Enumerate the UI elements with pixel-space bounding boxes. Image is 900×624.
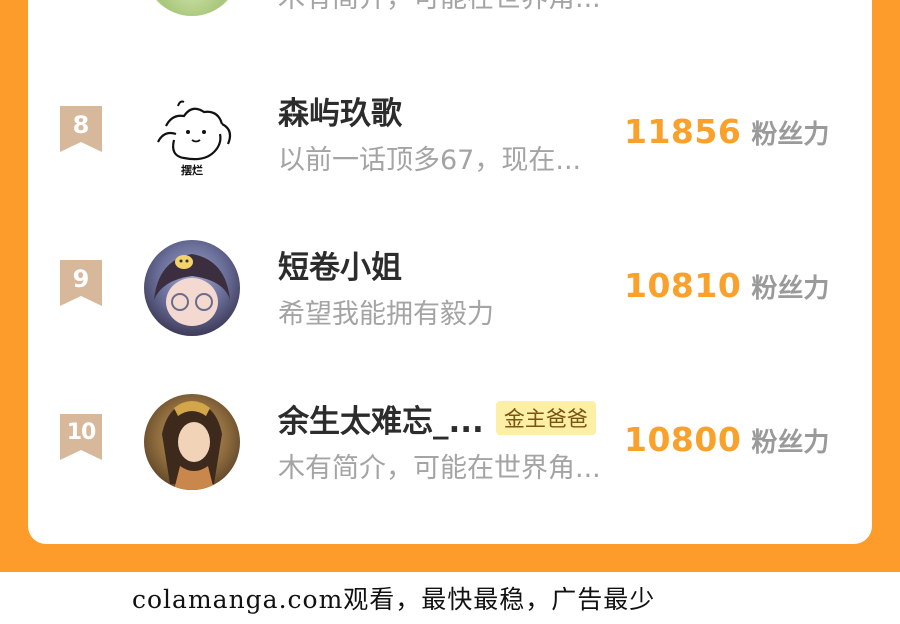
fan-power: 10800 粉丝力 [624,420,829,459]
row-bio: 木有简介，可能在世界角... [278,0,601,15]
footer-bar: colamanga.com观看，最快最稳，广告最少 [0,572,900,624]
name-line: 森屿玖歌 [278,88,402,132]
avatar[interactable]: 摆烂 [144,86,240,182]
avatar[interactable] [144,240,240,336]
sponsor-tag: 金主爸爸 [495,401,596,435]
fan-power-value: 10800 [624,420,742,459]
username[interactable]: 森屿玖歌 [278,88,402,133]
rank-badge: 8 [60,106,102,152]
name-line: 余生太难忘_... 金主爸爸 [278,396,596,440]
leaderboard-row-partial[interactable]: 木有简介，可能在世界角... [28,0,872,20]
fan-power: 11856 粉丝力 [624,112,829,151]
fan-power-label: 粉丝力 [751,274,830,304]
fan-power-value: 10810 [624,266,742,305]
row-bio: 木有简介，可能在世界角... [278,453,601,484]
rank-number: 10 [66,420,97,445]
fan-power-value: 11856 [624,112,742,151]
fan-power-label: 粉丝力 [751,120,830,150]
rank-badge: 9 [60,260,102,306]
leaderboard-row[interactable]: 9 短卷小姐 希望我能拥有毅力 10810 粉丝力 [28,230,872,340]
row-bio: 以前一话顶多67，现在... [278,145,582,176]
leaderboard-row[interactable]: 8 摆烂 森屿玖歌 以前一话顶多67，现在... 11856 粉丝力 [28,76,872,186]
rank-number: 9 [72,265,90,293]
avatar[interactable] [144,394,240,490]
name-line: 短卷小姐 [278,242,402,286]
ancient-style-avatar-icon [162,401,222,490]
avatar[interactable] [144,0,240,16]
username[interactable]: 余生太难忘_... [278,396,484,441]
footer-watermark-text: colamanga.com观看，最快最稳，广告最少 [132,585,656,614]
anime-girl-avatar-icon [154,254,230,326]
rank-number: 8 [72,111,90,139]
rank-badge: 10 [60,414,102,460]
avatar-caption: 摆烂 [181,164,203,177]
row-bio: 希望我能拥有毅力 [278,299,494,330]
leaderboard-row[interactable]: 10 余生太难忘_... 金主爸爸 木有简介，可能在世界角... 10800 粉… [28,384,872,494]
fan-power-label: 粉丝力 [751,428,830,458]
fan-power: 10810 粉丝力 [624,266,829,305]
username[interactable]: 短卷小姐 [278,242,402,287]
leaderboard-card: 木有简介，可能在世界角... 8 摆烂 森屿玖歌 以前一话顶多67，现在.. [28,0,872,544]
